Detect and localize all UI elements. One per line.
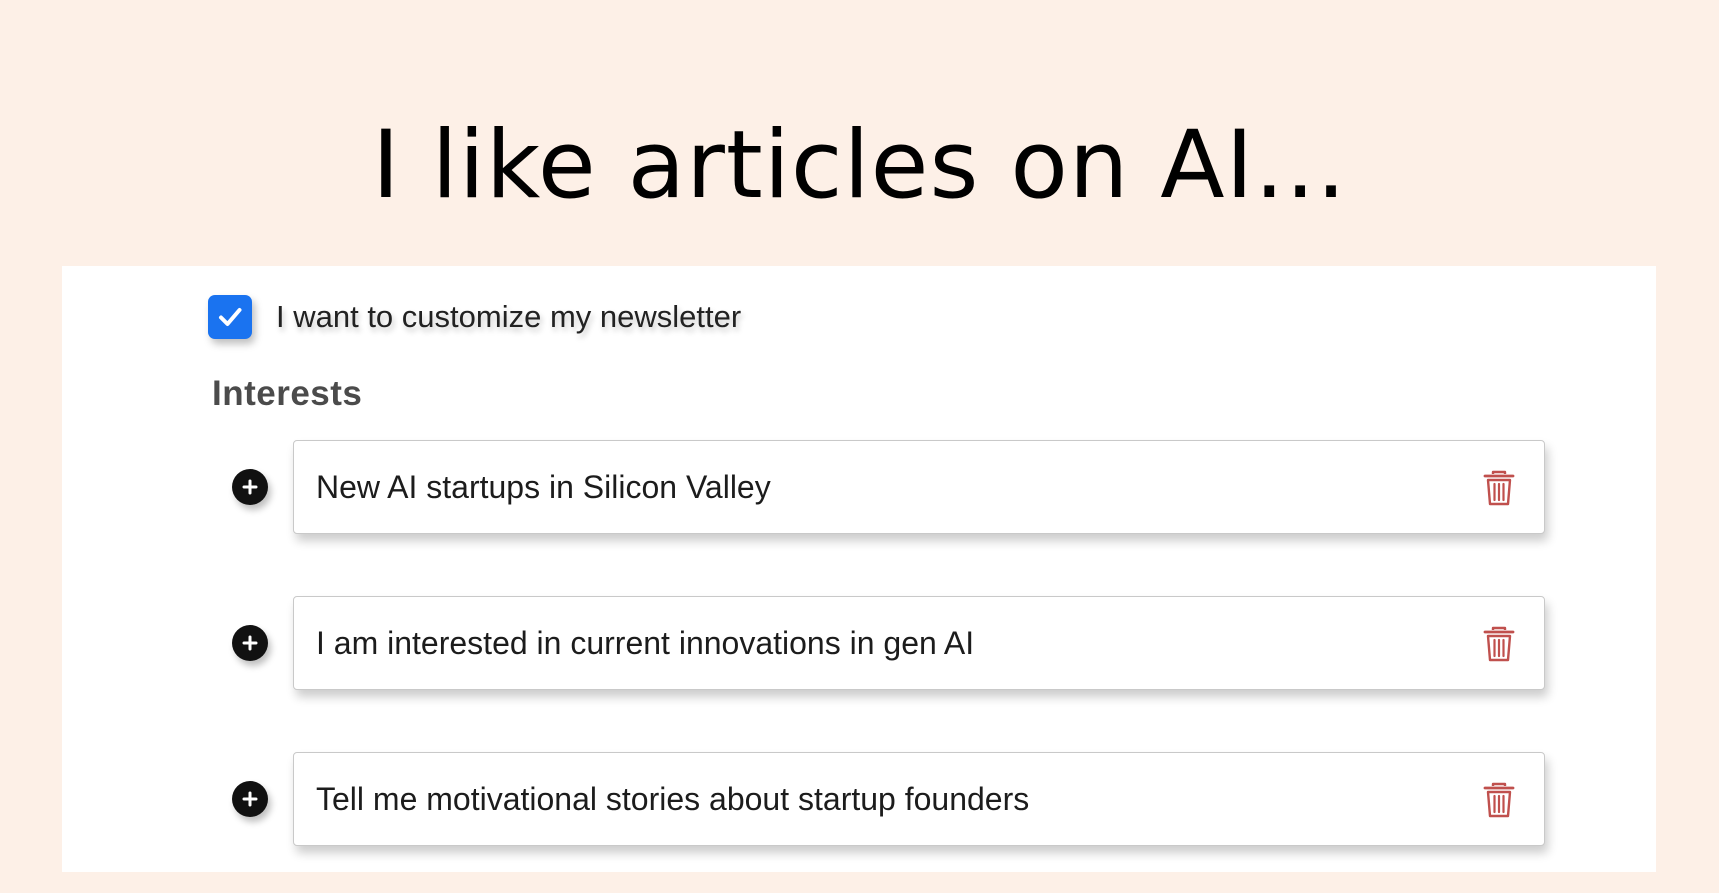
interest-field [293, 596, 1545, 690]
interest-row [232, 752, 1612, 846]
add-interest-button[interactable] [232, 625, 268, 661]
trash-icon[interactable] [1482, 469, 1516, 507]
plus-circle-icon [242, 479, 258, 495]
interest-field [293, 440, 1545, 534]
headline: I like articles on AI... [372, 111, 1347, 220]
interest-field [293, 752, 1545, 846]
interest-input[interactable] [316, 753, 1436, 845]
trash-icon[interactable] [1482, 625, 1516, 663]
plus-circle-icon [242, 791, 258, 807]
interest-input[interactable] [316, 441, 1436, 533]
customize-newsletter-label: I want to customize my newsletter [276, 299, 742, 334]
interest-row [232, 596, 1612, 690]
customize-newsletter-checkbox[interactable] [208, 295, 252, 339]
newsletter-form-panel: I want to customize my newsletter Intere… [62, 266, 1656, 872]
customize-newsletter-row: I want to customize my newsletter [208, 293, 741, 341]
interests-heading: Interests [212, 374, 363, 413]
trash-icon[interactable] [1482, 781, 1516, 819]
checkmark-icon [219, 308, 242, 326]
plus-circle-icon [242, 635, 258, 651]
interest-row [232, 440, 1612, 534]
interest-input[interactable] [316, 597, 1436, 689]
add-interest-button[interactable] [232, 781, 268, 817]
add-interest-button[interactable] [232, 469, 268, 505]
